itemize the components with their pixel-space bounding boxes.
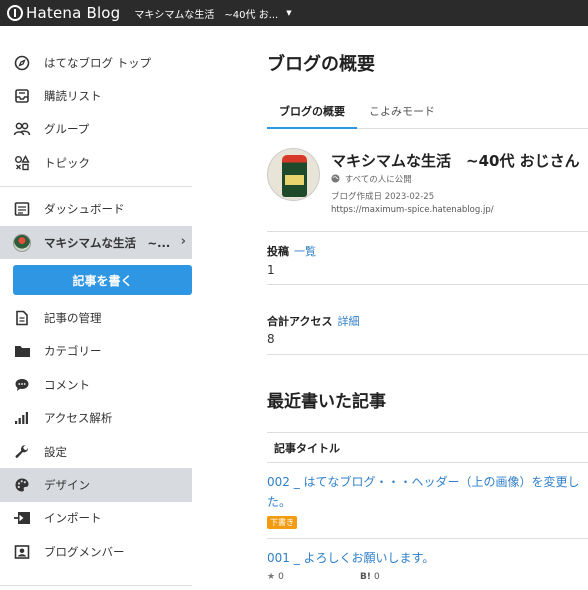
- avatar: [13, 233, 31, 252]
- sidebar-item-label: トピック: [44, 155, 90, 170]
- blog-summary: マキシマムな生活 ~40代 おじさん すべての人に公開 ブログ作成日 2023-…: [267, 148, 588, 228]
- document-icon: [13, 309, 31, 327]
- sidebar-divider-bottom: [0, 585, 192, 586]
- star-count-value: 0: [278, 572, 284, 582]
- sidebar: はてなブログ トップ 購読リスト グループ トピック ダッシュボード マキシマム…: [0, 26, 192, 590]
- sidebar-item-current-blog[interactable]: マキシマムな生活 ~... ›: [0, 225, 192, 260]
- caret-down-icon: ▼: [286, 9, 292, 17]
- divider: [267, 538, 588, 539]
- sidebar-item-label: 設定: [44, 444, 67, 459]
- sidebar-item-label: ブログメンバー: [44, 544, 125, 559]
- sidebar-item-subscriptions[interactable]: 購読リスト: [0, 79, 192, 112]
- divider: [267, 354, 588, 355]
- bookmark-count[interactable]: B! 0: [360, 572, 380, 582]
- import-icon: [13, 509, 31, 527]
- compass-icon: [13, 54, 31, 72]
- sidebar-item-hatena-top[interactable]: はてなブログ トップ: [0, 46, 192, 79]
- star-icon: ★: [267, 572, 276, 582]
- entry-metrics: ★ 0 B! 0: [267, 572, 380, 582]
- sidebar-item-label: ダッシュボード: [44, 202, 125, 217]
- hatena-logo-icon: [7, 5, 23, 21]
- access-detail-link[interactable]: 詳細: [337, 315, 359, 328]
- spice-jar-image: [282, 155, 307, 197]
- hatena-logo[interactable]: Hatena Blog: [0, 4, 120, 22]
- blog-name[interactable]: マキシマムな生活 ~40代 おじさん: [331, 150, 580, 171]
- posts-label: 投稿: [267, 245, 289, 258]
- sidebar-item-import[interactable]: インポート: [0, 502, 192, 535]
- chevron-right-icon: ›: [180, 233, 186, 249]
- visibility-label: すべての人に公開: [344, 175, 412, 185]
- sidebar-item-settings[interactable]: 設定: [0, 435, 192, 468]
- sidebar-item-manage-posts[interactable]: 記事の管理: [0, 301, 192, 334]
- posts-count: 1: [267, 263, 275, 277]
- wrench-icon: [13, 443, 31, 461]
- hatena-bookmark-icon: B!: [360, 572, 371, 582]
- sidebar-item-label: はてなブログ トップ: [44, 55, 152, 70]
- sidebar-item-label: アクセス解析: [44, 411, 113, 426]
- tab-blog-overview[interactable]: ブログの概要: [267, 98, 357, 129]
- top-bar: Hatena Blog マキシマムな生活 ~40代 お... ▼: [0, 0, 588, 26]
- write-post-button[interactable]: 記事を書く: [13, 265, 192, 296]
- palette-icon: [13, 476, 31, 494]
- blog-switcher-label: マキシマムな生活 ~40代 お...: [134, 9, 279, 21]
- sidebar-item-design[interactable]: デザイン: [0, 468, 192, 502]
- sidebar-item-label: 記事の管理: [44, 311, 102, 326]
- sidebar-item-members[interactable]: ブログメンバー: [0, 535, 192, 568]
- main-content: ブログの概要 ブログの概要 こよみモード マキシマムな生活 ~40代 おじさん …: [267, 26, 588, 590]
- blog-avatar-icon: [13, 233, 31, 252]
- access-stat-label: 合計アクセス 詳細: [267, 313, 359, 329]
- logo-text: Hatena Blog: [26, 4, 121, 22]
- sidebar-item-label: マキシマムな生活 ~...: [44, 235, 171, 250]
- sidebar-item-dashboard[interactable]: ダッシュボード: [0, 193, 192, 226]
- sidebar-item-label: インポート: [44, 511, 102, 526]
- entry-title-link[interactable]: 002 _ はてなブログ・・・ヘッダー（上の画像）を変更した。: [267, 472, 588, 512]
- posts-list-link[interactable]: 一覧: [294, 245, 316, 258]
- sidebar-item-label: コメント: [44, 377, 90, 392]
- blog-avatar[interactable]: [267, 148, 320, 201]
- comment-icon: [13, 376, 31, 394]
- access-label: 合計アクセス: [267, 315, 333, 328]
- access-count: 8: [267, 332, 275, 346]
- sidebar-item-groups[interactable]: グループ: [0, 113, 192, 146]
- sidebar-item-label: カテゴリー: [44, 344, 102, 359]
- sidebar-item-label: 購読リスト: [44, 89, 102, 104]
- bookmark-count-value: 0: [373, 572, 380, 582]
- visibility-status: すべての人に公開: [331, 173, 412, 185]
- sidebar-item-analytics[interactable]: アクセス解析: [0, 402, 192, 435]
- entry-title-link[interactable]: 001 _ よろしくお願いします。: [267, 548, 588, 568]
- globe-icon: [331, 174, 340, 183]
- table-header-title: 記事タイトル: [267, 432, 588, 463]
- divider: [267, 231, 588, 232]
- divider: [267, 284, 588, 285]
- inbox-icon: [13, 87, 31, 105]
- blog-switcher[interactable]: マキシマムな生活 ~40代 お... ▼: [134, 6, 291, 21]
- tab-calendar-mode[interactable]: こよみモード: [357, 98, 447, 129]
- page-title: ブログの概要: [267, 54, 375, 75]
- member-icon: [13, 543, 31, 561]
- sidebar-item-topics[interactable]: トピック: [0, 146, 192, 179]
- recent-posts-title: 最近書いた記事: [267, 392, 386, 412]
- blog-created-date: ブログ作成日 2023-02-25: [331, 192, 435, 202]
- draft-badge: 下書き: [267, 516, 297, 529]
- topic-icon: [13, 154, 31, 172]
- blog-url[interactable]: https://maximum-spice.hatenablog.jp/: [331, 205, 494, 215]
- dashboard-icon: [13, 200, 31, 218]
- bar-chart-icon: [13, 409, 31, 427]
- sidebar-item-label: デザイン: [44, 477, 90, 492]
- sidebar-item-categories[interactable]: カテゴリー: [0, 335, 192, 368]
- group-icon: [13, 120, 31, 138]
- sidebar-item-label: グループ: [44, 122, 90, 137]
- folder-icon: [13, 342, 31, 360]
- posts-stat-label: 投稿 一覧: [267, 243, 316, 259]
- star-count[interactable]: ★ 0: [267, 572, 360, 582]
- tab-bar: ブログの概要 こよみモード: [267, 98, 588, 129]
- sidebar-item-comments[interactable]: コメント: [0, 368, 192, 401]
